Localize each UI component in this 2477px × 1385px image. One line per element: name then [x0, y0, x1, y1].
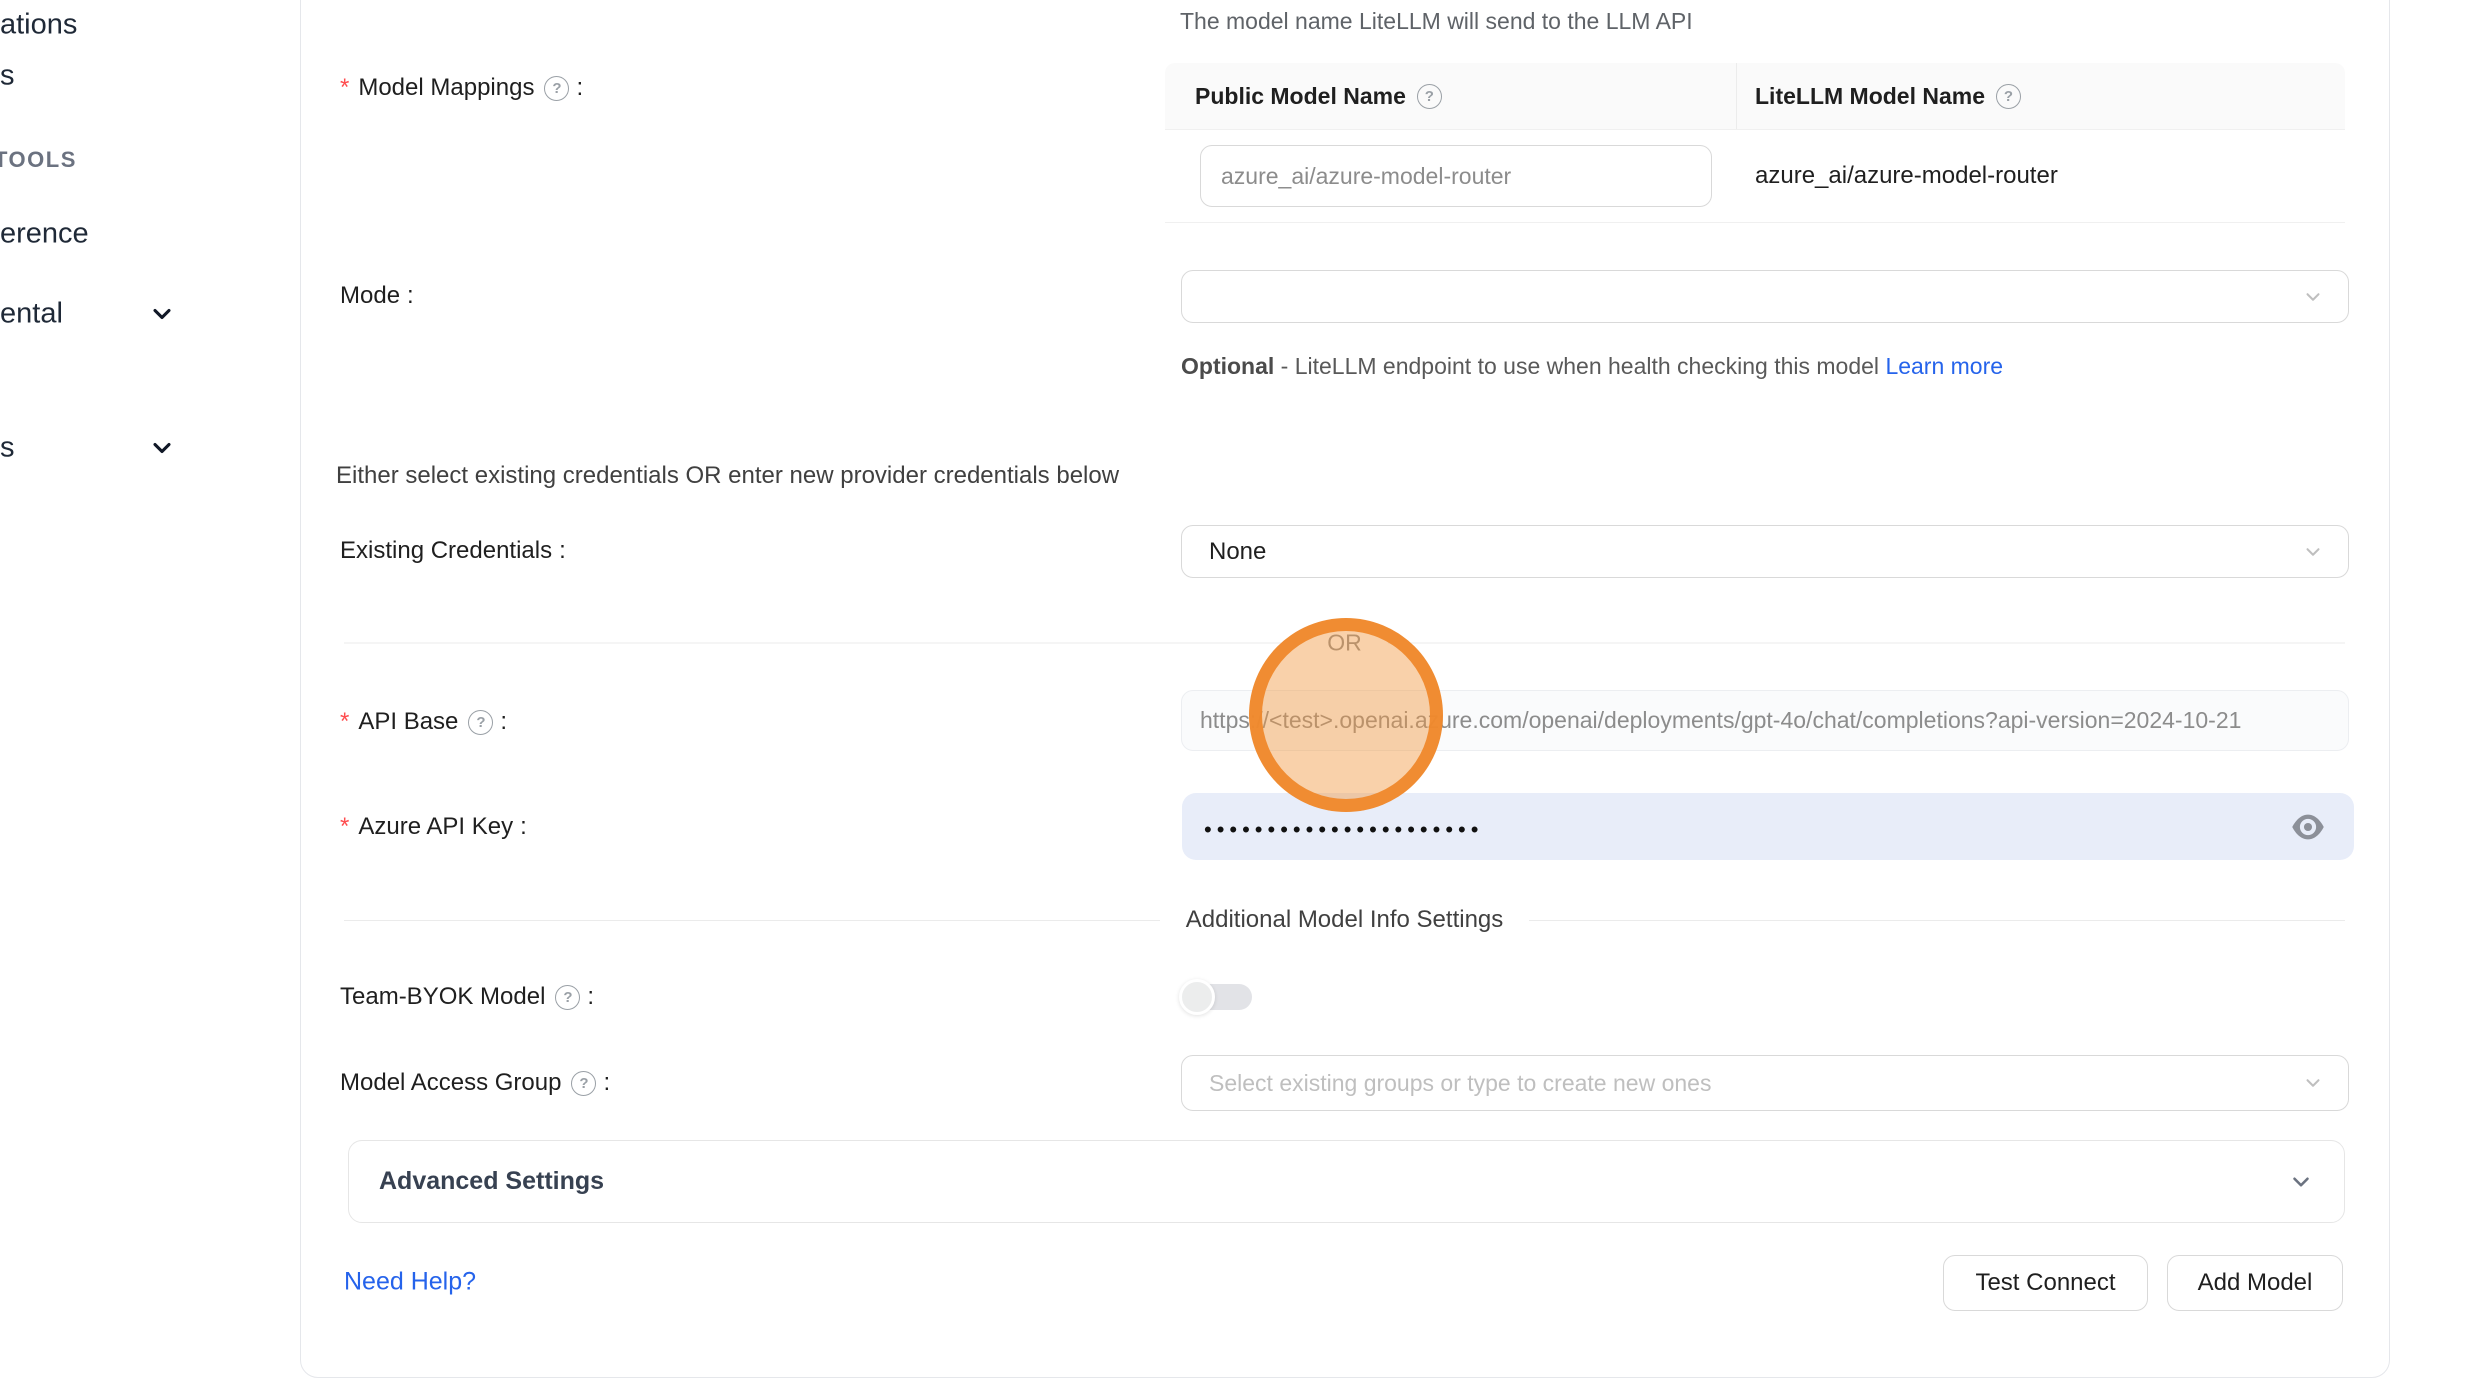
credentials-note: Either select existing credentials OR en…	[336, 462, 1119, 490]
help-circle-icon[interactable]: ?	[555, 985, 580, 1010]
help-circle-icon[interactable]: ?	[1996, 84, 2021, 109]
column-header-public-model-name: Public Model Name ?	[1165, 63, 1737, 129]
help-circle-icon[interactable]: ?	[571, 1071, 596, 1096]
existing-credentials-select[interactable]: None	[1181, 525, 2349, 578]
label-colon: :	[520, 813, 527, 841]
label-colon: :	[500, 708, 507, 736]
help-circle-icon[interactable]: ?	[1417, 84, 1442, 109]
sidebar-item-erence[interactable]: erence	[0, 218, 89, 251]
label-colon: :	[603, 1069, 610, 1097]
add-model-page: ations s TOOLS erence ental s The model …	[0, 0, 2477, 1385]
azure-api-key-label: * Azure API Key :	[340, 813, 527, 841]
model-name-hint: The model name LiteLLM will send to the …	[1180, 8, 1693, 35]
chevron-down-icon[interactable]	[148, 434, 176, 462]
required-asterisk: *	[340, 813, 349, 841]
azure-api-key-input[interactable]: ••••••••••••••••••••••	[1182, 793, 2354, 860]
sidebar-section-tools: TOOLS	[0, 147, 77, 173]
sidebar-item-ations[interactable]: ations	[0, 9, 77, 42]
model-mappings-table-row: azure_ai/azure-model-router	[1165, 130, 2345, 223]
sidebar-item-ental[interactable]: ental	[0, 298, 63, 331]
additional-settings-divider-text: Additional Model Info Settings	[1160, 906, 1530, 934]
model-access-group-placeholder: Select existing groups or type to create…	[1209, 1070, 1711, 1097]
model-mappings-label-text: Model Mappings	[358, 74, 534, 102]
model-mappings-label: * Model Mappings ? :	[340, 74, 583, 102]
team-byok-toggle[interactable]	[1179, 979, 1253, 1015]
api-base-value: https://<test>.openai.azure.com/openai/d…	[1200, 707, 2241, 734]
required-asterisk: *	[340, 708, 349, 736]
api-base-label: * API Base ? :	[340, 708, 507, 736]
label-colon: :	[576, 74, 583, 102]
eye-icon[interactable]	[2290, 812, 2326, 842]
learn-more-link[interactable]: Learn more	[1885, 353, 2003, 379]
toggle-knob	[1179, 979, 1215, 1015]
api-base-input[interactable]: https://<test>.openai.azure.com/openai/d…	[1181, 690, 2349, 751]
model-mappings-table-header: Public Model Name ? LiteLLM Model Name ?	[1165, 63, 2345, 130]
advanced-settings-panel[interactable]: Advanced Settings	[348, 1140, 2345, 1223]
mode-select[interactable]	[1181, 270, 2349, 323]
chevron-down-icon	[2302, 1072, 2324, 1094]
chevron-down-icon[interactable]	[148, 300, 176, 328]
existing-credentials-value: None	[1209, 538, 1266, 566]
additional-settings-divider: Additional Model Info Settings	[344, 906, 2345, 934]
advanced-settings-title: Advanced Settings	[379, 1167, 604, 1196]
chevron-down-icon	[2302, 541, 2324, 563]
help-circle-icon[interactable]: ?	[544, 76, 569, 101]
existing-credentials-label: Existing Credentials :	[340, 537, 566, 565]
public-model-name-input[interactable]	[1200, 145, 1712, 207]
need-help-link[interactable]: Need Help?	[344, 1268, 476, 1297]
column-header-litellm-model-name: LiteLLM Model Name ?	[1737, 63, 2345, 129]
litellm-model-name-value: azure_ai/azure-model-router	[1737, 162, 2345, 190]
or-divider: OR	[344, 630, 2345, 657]
test-connect-button[interactable]: Test Connect	[1943, 1255, 2148, 1311]
required-asterisk: *	[340, 74, 349, 102]
model-access-group-select[interactable]: Select existing groups or type to create…	[1181, 1055, 2349, 1111]
divider-line	[1529, 920, 2345, 921]
divider-line	[344, 920, 1160, 921]
model-mappings-table: Public Model Name ? LiteLLM Model Name ?…	[1165, 63, 2345, 223]
masked-api-key: ••••••••••••••••••••••	[1204, 813, 1483, 841]
label-colon: :	[559, 537, 566, 565]
label-colon: :	[587, 983, 594, 1011]
or-divider-text: OR	[1301, 630, 1388, 657]
divider-line	[344, 643, 1301, 644]
divider-line	[1388, 643, 2345, 644]
mode-label: Mode :	[340, 282, 414, 310]
mode-help-text: Optional - LiteLLM endpoint to use when …	[1181, 345, 2011, 388]
mode-help-bold: Optional	[1181, 353, 1274, 379]
add-model-button[interactable]: Add Model	[2167, 1255, 2343, 1311]
team-byok-label: Team-BYOK Model ? :	[340, 983, 594, 1011]
help-circle-icon[interactable]: ?	[468, 710, 493, 735]
sidebar-item-s2[interactable]: s	[0, 432, 15, 465]
chevron-down-icon	[2302, 286, 2324, 308]
chevron-down-icon	[2288, 1169, 2314, 1195]
sidebar-item-s[interactable]: s	[0, 60, 15, 93]
model-access-group-label: Model Access Group ? :	[340, 1069, 610, 1097]
label-colon: :	[407, 282, 414, 310]
